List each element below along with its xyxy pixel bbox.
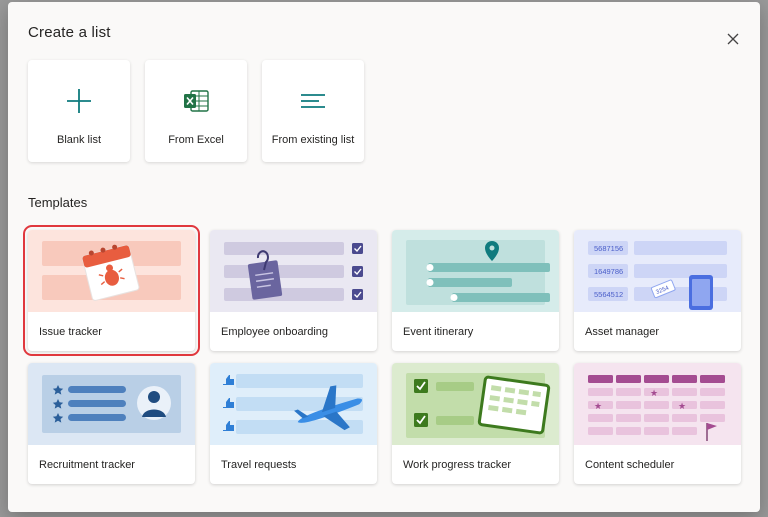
template-employee-onboarding[interactable]: Employee onboarding <box>210 230 377 351</box>
template-event-itinerary[interactable]: Event itinerary <box>392 230 559 351</box>
template-content-scheduler[interactable]: ★ ★ ★ Content scheduler <box>574 363 741 484</box>
template-asset-manager[interactable]: 5687156 1649786 5564512 3254 Asset manag… <box>574 230 741 351</box>
work-progress-tracker-illustration <box>392 363 559 445</box>
from-existing-list-label: From existing list <box>271 134 355 146</box>
employee-onboarding-illustration <box>210 230 377 312</box>
excel-icon <box>184 90 209 112</box>
template-travel-requests[interactable]: Travel requests <box>210 363 377 484</box>
template-label: Travel requests <box>221 459 297 471</box>
template-label: Asset manager <box>585 326 659 338</box>
issue-tracker-illustration <box>28 230 195 312</box>
person-icon <box>148 391 160 403</box>
close-icon <box>727 33 739 45</box>
templates-heading: Templates <box>28 195 88 210</box>
svg-text:★: ★ <box>678 401 686 411</box>
from-excel-card[interactable]: From Excel <box>145 60 247 162</box>
from-existing-list-card[interactable]: From existing list <box>262 60 364 162</box>
blank-list-card[interactable]: Blank list <box>28 60 130 162</box>
dialog-title: Create a list <box>28 24 111 41</box>
event-itinerary-illustration <box>392 230 559 312</box>
flag-icon <box>706 423 717 441</box>
template-label: Issue tracker <box>39 326 102 338</box>
asset-code: 1649786 <box>594 267 623 276</box>
create-list-dialog: Create a list Blank list From Excel From… <box>8 2 760 512</box>
travel-requests-illustration <box>210 363 377 445</box>
template-recruitment-tracker[interactable]: Recruitment tracker <box>28 363 195 484</box>
recruitment-tracker-illustration <box>28 363 195 445</box>
asset-code: 5564512 <box>594 290 623 299</box>
template-label: Content scheduler <box>585 459 675 471</box>
template-label: Work progress tracker <box>403 459 511 471</box>
calendar-board-icon <box>477 375 551 435</box>
create-options: Blank list From Excel From existing list <box>28 60 364 162</box>
template-label: Employee onboarding <box>221 326 329 338</box>
svg-text:★: ★ <box>650 388 658 398</box>
template-label: Event itinerary <box>403 326 474 338</box>
from-excel-label: From Excel <box>168 134 224 146</box>
asset-code: 5687156 <box>594 244 623 253</box>
plus-icon <box>67 89 91 113</box>
asset-manager-illustration: 5687156 1649786 5564512 3254 <box>574 230 741 312</box>
templates-grid: Issue tracker Employee onboarding Event … <box>23 225 741 484</box>
template-issue-tracker[interactable]: Issue tracker <box>23 225 200 356</box>
template-label: Recruitment tracker <box>39 459 135 471</box>
blank-list-label: Blank list <box>56 134 102 146</box>
template-work-progress-tracker[interactable]: Work progress tracker <box>392 363 559 484</box>
list-lines-icon <box>301 94 325 108</box>
content-scheduler-illustration: ★ ★ ★ <box>574 363 741 445</box>
close-button[interactable] <box>722 28 744 50</box>
svg-text:★: ★ <box>594 401 602 411</box>
